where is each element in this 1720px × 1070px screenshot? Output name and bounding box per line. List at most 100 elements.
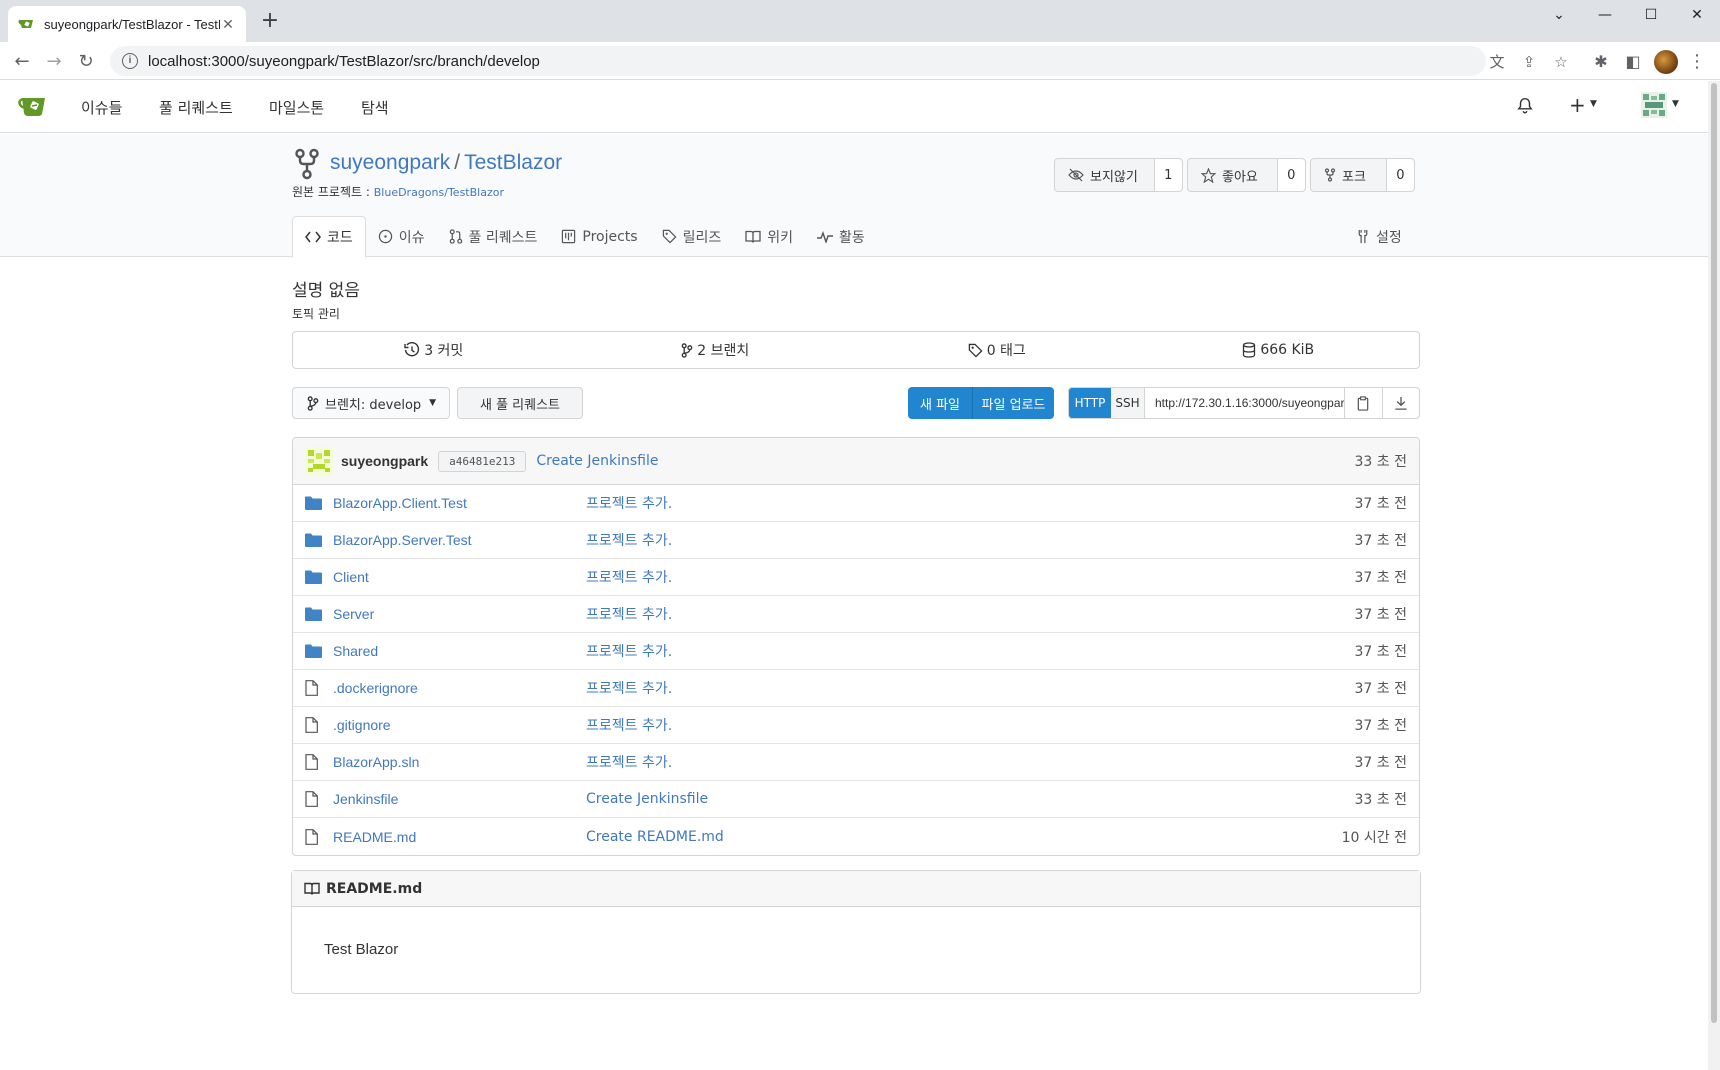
clone-ssh-button[interactable]: SSH (1111, 388, 1145, 418)
file-commit-message-link[interactable]: 프로젝트 추가. (586, 641, 1355, 661)
forward-icon[interactable]: → (42, 49, 66, 73)
commits-stat[interactable]: 3 커밋 (293, 332, 575, 368)
folder-icon (305, 606, 323, 622)
new-pull-request-button[interactable]: 새 풀 리퀘스트 (457, 387, 583, 419)
file-name-link[interactable]: .gitignore (333, 717, 586, 733)
file-commit-message-link[interactable]: Create Jenkinsfile (586, 791, 1355, 807)
tags-stat[interactable]: 0 태그 (856, 332, 1138, 368)
tab-search-icon[interactable]: ⌄ (1536, 0, 1582, 30)
file-list: suyeongpark a46481e213 Create Jenkinsfil… (292, 437, 1420, 856)
copy-url-button[interactable] (1345, 388, 1382, 418)
commit-message[interactable]: Create Jenkinsfile (536, 453, 1354, 469)
site-info-icon[interactable]: i (122, 53, 138, 69)
notification-bell-icon[interactable] (1516, 97, 1534, 115)
upload-file-button[interactable]: 파일 업로드 (972, 387, 1054, 419)
file-commit-message-link[interactable]: 프로젝트 추가. (586, 678, 1355, 698)
side-panel-icon[interactable]: ◧ (1622, 51, 1644, 73)
browser-tab[interactable]: suyeongpark/TestBlazor - TestBlazor - Gi… (8, 6, 246, 42)
create-plus-icon[interactable]: + (1569, 93, 1586, 117)
file-name-link[interactable]: .dockerignore (333, 680, 586, 696)
nav-pulls-link[interactable]: 풀 리퀘스트 (159, 97, 233, 118)
fork-label: 포크 (1342, 169, 1366, 185)
nav-milestones-link[interactable]: 마일스톤 (269, 97, 324, 118)
file-commit-message-link[interactable]: 프로젝트 추가. (586, 567, 1355, 587)
file-name-link[interactable]: Shared (333, 643, 586, 659)
file-name-link[interactable]: BlazorApp.Server.Test (333, 532, 586, 548)
file-commit-message-link[interactable]: 프로젝트 추가. (586, 752, 1355, 772)
tab-code[interactable]: 코드 (292, 216, 366, 258)
create-dropdown-caret-icon[interactable]: ▼ (1590, 99, 1597, 109)
watch-count[interactable]: 1 (1154, 159, 1182, 191)
back-icon[interactable]: ← (10, 49, 34, 73)
extensions-icon[interactable]: ✱ (1590, 51, 1612, 73)
commit-sha[interactable]: a46481e213 (438, 450, 527, 472)
browser-menu-icon[interactable]: ⋮ (1688, 50, 1706, 74)
repo-name-link[interactable]: TestBlazor (464, 151, 562, 174)
tab-issues[interactable]: 이슈 (366, 216, 437, 257)
address-bar[interactable]: i localhost:3000/suyeongpark/TestBlazor/… (110, 46, 1486, 76)
maximize-icon[interactable]: ☐ (1628, 0, 1674, 30)
nav-explore-link[interactable]: 탐색 (361, 97, 389, 118)
profile-avatar[interactable] (1654, 50, 1678, 74)
file-commit-time: 37 초 전 (1354, 755, 1407, 771)
user-dropdown-caret-icon[interactable]: ▼ (1672, 99, 1679, 109)
project-board-icon (562, 229, 576, 244)
reload-icon[interactable]: ↻ (74, 49, 98, 73)
gitea-favicon-icon (18, 19, 33, 28)
tab-close-icon[interactable]: ✕ (220, 16, 236, 33)
branch-selector-button[interactable]: 브렌치: develop ▼ (292, 387, 450, 419)
tab-pulls[interactable]: 풀 리퀘스트 (437, 216, 550, 257)
star-button[interactable]: 좋아요 0 (1187, 158, 1306, 192)
minimize-icon[interactable]: — (1582, 0, 1628, 30)
new-tab-button[interactable]: + (258, 10, 282, 34)
download-icon (1395, 396, 1407, 410)
file-name-link[interactable]: README.md (333, 829, 586, 845)
star-count[interactable]: 0 (1277, 159, 1305, 191)
manage-topics-link[interactable]: 토픽 관리 (292, 305, 340, 322)
gitea-logo-icon[interactable] (18, 93, 48, 119)
tab-activity[interactable]: 활동 (805, 216, 877, 257)
fork-origin-link[interactable]: BlueDragons/TestBlazor (374, 186, 504, 199)
tab-settings[interactable]: 설정 (1356, 216, 1402, 257)
file-commit-message-link[interactable]: Create README.md (586, 829, 1342, 845)
branches-stat[interactable]: 2 브랜치 (575, 332, 857, 368)
user-avatar[interactable] (1641, 92, 1667, 118)
tab-projects[interactable]: Projects (549, 216, 649, 257)
commits-count: 3 커밋 (424, 343, 464, 359)
file-commit-message-link[interactable]: 프로젝트 추가. (586, 493, 1355, 513)
scrollbar-thumb[interactable] (1711, 83, 1717, 1023)
close-window-icon[interactable]: ✕ (1674, 0, 1720, 30)
download-button[interactable] (1381, 388, 1420, 418)
file-name-link[interactable]: BlazorApp.Client.Test (333, 495, 586, 511)
commit-author[interactable]: suyeongpark (341, 453, 428, 469)
file-icon (305, 791, 323, 807)
star-label: 좋아요 (1222, 169, 1258, 185)
fork-button[interactable]: 포크 0 (1310, 158, 1415, 192)
repo-owner-link[interactable]: suyeongpark (330, 151, 450, 174)
file-commit-message-link[interactable]: 프로젝트 추가. (586, 604, 1355, 624)
file-name-link[interactable]: Client (333, 569, 586, 585)
share-icon[interactable]: ⇪ (1520, 53, 1538, 71)
page-scrollbar[interactable] (1708, 81, 1720, 1070)
file-name-link[interactable]: Server (333, 606, 586, 622)
clone-http-button[interactable]: HTTP (1069, 388, 1111, 418)
file-name-link[interactable]: Jenkinsfile (333, 791, 586, 807)
file-commit-message-link[interactable]: 프로젝트 추가. (586, 715, 1355, 735)
translate-icon[interactable]: 文 (1488, 53, 1506, 71)
branches-count: 2 브랜치 (697, 343, 750, 359)
file-icon (305, 828, 323, 845)
commit-author-avatar[interactable] (305, 447, 333, 475)
file-commit-message-link[interactable]: 프로젝트 추가. (586, 530, 1355, 550)
watch-button[interactable]: 보지않기 1 (1054, 158, 1183, 192)
nav-issues-link[interactable]: 이슈들 (81, 97, 122, 118)
tab-title: suyeongpark/TestBlazor - TestBlazor - Gi… (44, 16, 220, 32)
clone-url-input[interactable]: http://172.30.1.16:3000/suyeongpark/Test… (1145, 388, 1345, 418)
new-file-button[interactable]: 새 파일 (908, 387, 972, 419)
book-icon (745, 230, 761, 243)
bookmark-star-icon[interactable]: ☆ (1552, 53, 1570, 71)
fork-count[interactable]: 0 (1386, 159, 1414, 191)
tab-releases[interactable]: 릴리즈 (650, 216, 734, 257)
tab-wiki[interactable]: 위키 (733, 216, 805, 257)
file-name-link[interactable]: BlazorApp.sln (333, 754, 586, 770)
file-commit-time: 10 시간 전 (1341, 829, 1407, 846)
